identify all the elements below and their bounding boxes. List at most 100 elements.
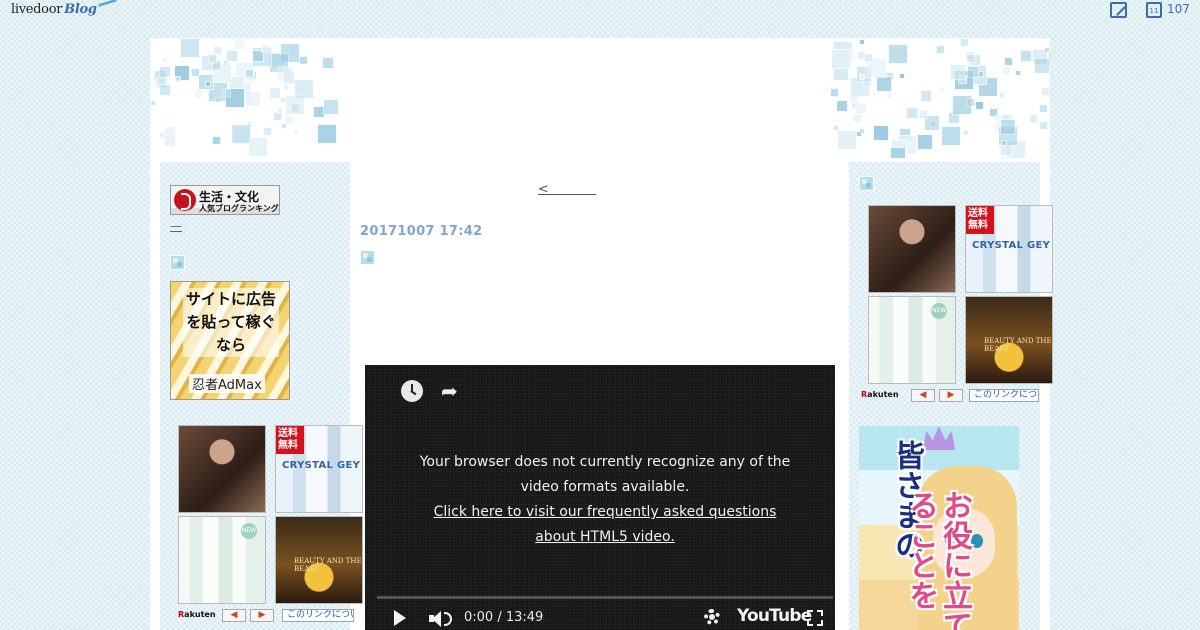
- header-square: [1001, 139, 1008, 146]
- header-square: [244, 90, 261, 107]
- header-square: [230, 124, 251, 145]
- header-square: [890, 146, 907, 158]
- header-square: [939, 86, 946, 93]
- header-square: [859, 127, 866, 134]
- header-square: [917, 134, 934, 151]
- rakuten-widget-footer: Rakuten ◀ ▶ このリンクについて: [178, 609, 368, 623]
- watch-later-icon[interactable]: [401, 380, 423, 402]
- header-square: [244, 69, 254, 79]
- header-square: [966, 97, 976, 107]
- admax-ad-banner[interactable]: サイトに広告を貼って稼ぐなら 忍者AdMax: [170, 281, 290, 400]
- header-square: [999, 119, 1016, 135]
- ranking-text-link[interactable]: —: [170, 219, 182, 233]
- header-square: [918, 110, 928, 120]
- youtube-video-player[interactable]: ➦ Your browser does not currently recogn…: [365, 365, 835, 630]
- livedoor-blog-logo[interactable]: livedoor Blog: [11, 0, 117, 17]
- header-square: [248, 136, 269, 157]
- admax-brand: 忍者AdMax: [189, 374, 265, 393]
- product-thumb-photo[interactable]: [178, 425, 266, 513]
- prev-button[interactable]: ◀: [911, 389, 935, 402]
- header-square: [978, 70, 985, 77]
- header-square: [232, 38, 245, 51]
- fullscreen-icon[interactable]: [807, 610, 823, 626]
- about-link[interactable]: このリンクについて: [969, 389, 1039, 402]
- left-sidebar: 生活・文化 人気ブログランキング — サイトに広告を貼って稼ぐなら 忍者AdMa…: [160, 162, 363, 630]
- header-square: [1039, 121, 1049, 131]
- header-square: [1034, 58, 1050, 75]
- header-square: [292, 127, 299, 134]
- next-button[interactable]: ▶: [250, 609, 274, 622]
- rakuten-logo: Rakuten: [178, 610, 216, 619]
- header-square: [864, 53, 874, 63]
- free-shipping-badge: 送料無料: [966, 206, 994, 234]
- header-square: [1043, 47, 1050, 54]
- header-square: [193, 90, 203, 100]
- html5-faq-link[interactable]: Click here to visit our frequently asked…: [434, 504, 777, 545]
- admax-ad-copy: サイトに広告を貼って稼ぐなら: [183, 288, 279, 357]
- header-square: [322, 56, 335, 69]
- calendar-icon[interactable]: 11: [1146, 2, 1162, 18]
- wing-icon: [96, 0, 117, 14]
- product-thumb-water[interactable]: 送料無料 CRYSTAL GEY: [275, 425, 363, 513]
- header-square: [962, 130, 969, 137]
- header-square: [974, 101, 984, 111]
- next-button[interactable]: ▶: [939, 389, 963, 402]
- youtube-logo[interactable]: YouTube: [737, 606, 812, 626]
- header-square: [855, 101, 868, 114]
- product-thumb-bottles[interactable]: NEW: [178, 516, 266, 604]
- header-square: [150, 100, 157, 107]
- header-square: [941, 125, 962, 146]
- product-thumb-movie[interactable]: BEAUTY AND THE BEAST: [275, 516, 363, 604]
- header-square: [277, 107, 284, 114]
- rakuten-logo: Rakuten: [861, 390, 899, 399]
- new-badge: NEW: [241, 523, 257, 539]
- prev-button[interactable]: ◀: [222, 609, 246, 622]
- header-square: [159, 84, 172, 97]
- video-format-message: Your browser does not currently recogniz…: [419, 454, 791, 495]
- logo-text: livedoor: [11, 2, 63, 17]
- product-thumb-water[interactable]: 送料無料 CRYSTAL GEY: [965, 205, 1053, 293]
- share-icon[interactable]: ➦: [441, 380, 465, 402]
- header-square: [285, 95, 306, 115]
- header-square: [316, 124, 337, 145]
- header-square: [837, 129, 858, 150]
- header-square: [999, 144, 1012, 157]
- ad-catchphrase-pink: お役に立てることを: [903, 490, 972, 630]
- header-square: [966, 65, 979, 78]
- settings-gear-icon[interactable]: [704, 609, 720, 625]
- video-controls: 0:00 / 13:49 YouTube: [365, 600, 835, 630]
- header-square: [163, 135, 176, 148]
- video-time: 0:00 / 13:49: [464, 610, 544, 625]
- header-square: [263, 126, 273, 136]
- product-thumb-movie[interactable]: BEAUTY AND THE BEAST: [965, 296, 1053, 384]
- header-square: [920, 89, 933, 102]
- header-square: [299, 55, 309, 65]
- prev-post-link[interactable]: <: [538, 182, 596, 197]
- post-square-icon: [360, 250, 375, 265]
- game-ad-banner[interactable]: 皆さまの お役に立てることを: [859, 426, 1019, 630]
- movie-title: BEAUTY AND THE BEAST: [984, 337, 1052, 353]
- edit-icon[interactable]: [1110, 2, 1127, 18]
- about-link[interactable]: このリンクについて: [282, 609, 354, 622]
- post-count[interactable]: 107: [1167, 2, 1190, 16]
- right-sidebar: 送料無料 CRYSTAL GEY NEW BEAUTY AND THE BEAS…: [849, 162, 1053, 630]
- product-thumb-bottles[interactable]: NEW: [868, 296, 956, 384]
- play-icon[interactable]: [394, 610, 406, 626]
- header-square: [1014, 70, 1021, 77]
- water-brand: CRYSTAL GEY: [972, 240, 1051, 251]
- header-square: [905, 107, 918, 120]
- header-square: [1020, 49, 1033, 62]
- header-square: [862, 77, 872, 87]
- new-badge: NEW: [931, 303, 947, 319]
- header-square: [960, 38, 970, 48]
- crown-icon: [923, 426, 955, 450]
- video-error-message: Your browser does not currently recogniz…: [415, 450, 795, 550]
- post-date: 20171007 17:42: [360, 224, 483, 239]
- header-square: [899, 72, 906, 79]
- blog-ranking-banner[interactable]: 生活・文化 人気ブログランキング: [170, 185, 280, 215]
- video-progress-bar[interactable]: [377, 596, 833, 599]
- blog-header: [150, 38, 1050, 158]
- product-thumb-photo[interactable]: [868, 205, 956, 293]
- header-square: [836, 100, 849, 112]
- movie-title: BEAUTY AND THE BEAST: [294, 557, 362, 573]
